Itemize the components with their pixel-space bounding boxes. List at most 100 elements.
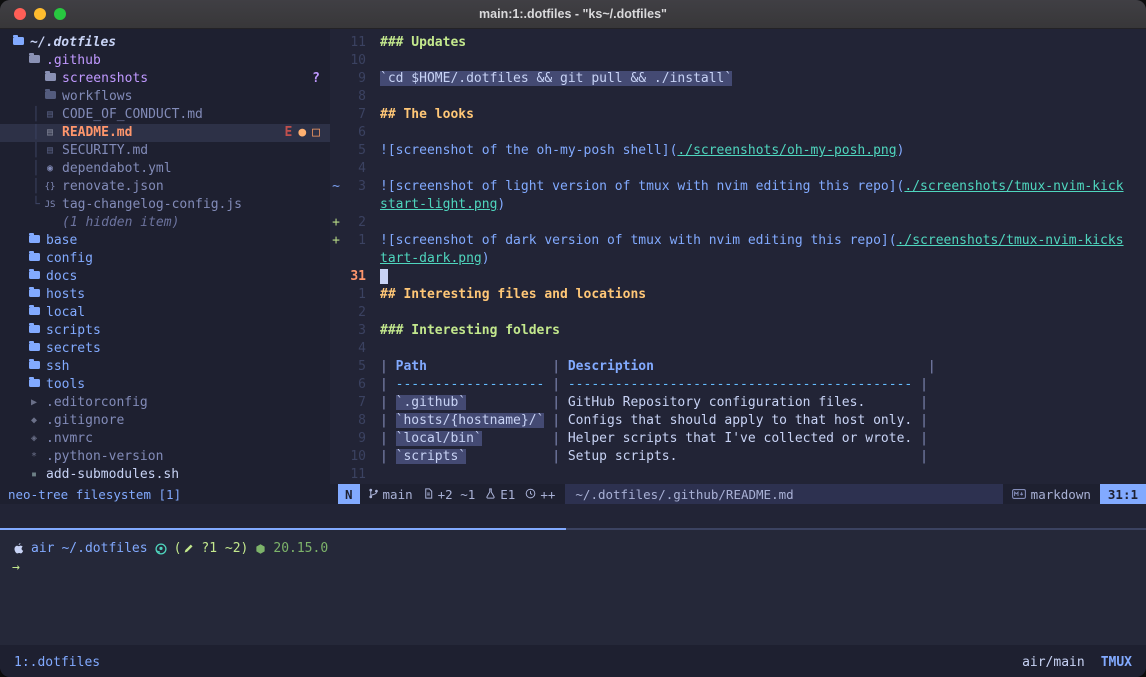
git-branch-icon xyxy=(368,487,379,502)
editor-line[interactable]: 4 xyxy=(330,160,1146,178)
prompt-arrow[interactable]: → xyxy=(12,558,1146,577)
editor-line[interactable]: 10| `scripts` | Setup scripts. | xyxy=(330,448,1146,466)
editor-line[interactable]: 31 xyxy=(330,268,1146,286)
tree-item-config[interactable]: config xyxy=(0,250,330,268)
tree-item-label: .gitignore xyxy=(46,412,124,430)
shell-pane[interactable]: air~/.dotfiles(?1 ~2)20.15.0 → xyxy=(0,530,1146,645)
tree-item-docs[interactable]: docs xyxy=(0,268,330,286)
tree-item-hosts[interactable]: hosts xyxy=(0,286,330,304)
editor-line[interactable]: ~3![screenshot of light version of tmux … xyxy=(330,178,1146,196)
node-icon xyxy=(255,539,266,558)
tree-item-security-md[interactable]: │▤SECURITY.md xyxy=(0,142,330,160)
editor-line[interactable]: 9| `local/bin` | Helper scripts that I'v… xyxy=(330,430,1146,448)
gutter-sign xyxy=(330,250,342,268)
line-number: 3 xyxy=(342,178,366,196)
line-number xyxy=(342,250,366,268)
text-segment: | xyxy=(552,413,568,428)
editor-line[interactable]: 11 xyxy=(330,466,1146,484)
tree-item-badges: ? xyxy=(312,70,320,88)
tree-item-python-version[interactable]: *.python-version xyxy=(0,448,330,466)
editor-line[interactable]: 8| `hosts/{hostname}/` | Configs that sh… xyxy=(330,412,1146,430)
tree-item-tag-changelog-config-js[interactable]: └JStag-changelog-config.js xyxy=(0,196,330,214)
editor-line[interactable]: +1![screenshot of dark version of tmux w… xyxy=(330,232,1146,250)
text-segment: ## Interesting files and locations xyxy=(380,287,646,302)
tree-item-label: config xyxy=(46,250,93,268)
tree-item-code-of-conduct-md[interactable]: │▤CODE_OF_CONDUCT.md xyxy=(0,106,330,124)
tree-item-label: secrets xyxy=(46,340,101,358)
editor-line[interactable]: 11### Updates xyxy=(330,34,1146,52)
gutter-sign xyxy=(330,268,342,286)
editor-line[interactable]: 8 xyxy=(330,88,1146,106)
tree-item-label: base xyxy=(46,232,77,250)
text-segment: ./screenshots/tmux-nvim-kicks xyxy=(897,233,1124,248)
editor-line[interactable]: 5| Path | Description | xyxy=(330,358,1146,376)
tree-item-label: (1 hidden item) xyxy=(62,214,179,232)
tree-item-tools[interactable]: tools xyxy=(0,376,330,394)
editor-line[interactable]: start-light.png) xyxy=(330,196,1146,214)
editor-line[interactable]: 7| `.github` | GitHub Repository configu… xyxy=(330,394,1146,412)
line-number: 10 xyxy=(342,52,366,70)
editor-line[interactable]: 9`cd $HOME/.dotfiles && git pull && ./in… xyxy=(330,70,1146,88)
folder-icon xyxy=(26,340,42,358)
zoom-button[interactable] xyxy=(54,8,66,20)
editor-line[interactable]: 6 xyxy=(330,124,1146,142)
text-segment: Description xyxy=(568,359,654,374)
editor-buffer[interactable]: 11### Updates109`cd $HOME/.dotfiles && g… xyxy=(330,29,1146,484)
text-segment: ### Interesting folders xyxy=(380,323,560,338)
folder-icon xyxy=(26,52,42,70)
gutter-sign xyxy=(330,376,342,394)
text-segment: ![screenshot of dark version of tmux wit… xyxy=(380,233,897,248)
tree-item-gitignore[interactable]: ◆.gitignore xyxy=(0,412,330,430)
editor-line[interactable]: +2 xyxy=(330,214,1146,232)
text-segment: start-light.png xyxy=(380,197,497,212)
tree-item-github[interactable]: .github xyxy=(0,52,330,70)
filetype-label: markdown xyxy=(1031,487,1091,502)
editor-line[interactable]: 1## Interesting files and locations xyxy=(330,286,1146,304)
window-title: main:1:.dotfiles - "ks~/.dotfiles" xyxy=(0,7,1146,21)
tree-item-scripts[interactable]: scripts xyxy=(0,322,330,340)
close-button[interactable] xyxy=(14,8,26,20)
tree-item-renovate-json[interactable]: │{}renovate.json xyxy=(0,178,330,196)
indent-guide: │ xyxy=(32,142,40,160)
clock-icon xyxy=(525,487,536,502)
editor-line[interactable]: 5![screenshot of the oh-my-posh shell](.… xyxy=(330,142,1146,160)
tree-item-add-submodules-sh[interactable]: ▪add-submodules.sh xyxy=(0,466,330,484)
tree-item-label: CODE_OF_CONDUCT.md xyxy=(62,106,203,124)
editor-line[interactable]: 7## The looks xyxy=(330,106,1146,124)
tree-item-base[interactable]: base xyxy=(0,232,330,250)
line-number: 1 xyxy=(342,232,366,250)
tree-item-local[interactable]: local xyxy=(0,304,330,322)
editor-line[interactable]: 6| ------------------- | ---------------… xyxy=(330,376,1146,394)
gutter-sign xyxy=(330,88,342,106)
text-segment: `local/bin` xyxy=(396,431,482,446)
tmux-window-tab[interactable]: 1:.dotfiles xyxy=(14,655,100,670)
tree-item-workflows[interactable]: workflows xyxy=(0,88,330,106)
statusline: neo-tree filesystem [1] N main +2 ~1 E1 … xyxy=(0,484,1146,504)
text-segment: | xyxy=(380,431,396,446)
minimize-button[interactable] xyxy=(34,8,46,20)
tree-item-screenshots[interactable]: screenshots? xyxy=(0,70,330,88)
text-cursor xyxy=(380,269,388,284)
tree-item-editorconfig[interactable]: ▶.editorconfig xyxy=(0,394,330,412)
command-line-area[interactable] xyxy=(0,504,1146,528)
github-icon xyxy=(155,539,167,558)
tree-item-secrets[interactable]: secrets xyxy=(0,340,330,358)
editor-line[interactable]: 10 xyxy=(330,52,1146,70)
gutter-sign xyxy=(330,304,342,322)
editor-line[interactable]: 2 xyxy=(330,304,1146,322)
editor-line[interactable]: 3### Interesting folders xyxy=(330,322,1146,340)
editor-line[interactable]: tart-dark.png) xyxy=(330,250,1146,268)
folder-icon xyxy=(26,376,42,394)
tree-item-readme-md[interactable]: │▤README.mdE●□ xyxy=(0,124,330,142)
filetype-segment: markdown xyxy=(1003,487,1100,502)
tree-item-ssh[interactable]: ssh xyxy=(0,358,330,376)
text-segment: | xyxy=(552,377,568,392)
editor-line[interactable]: 4 xyxy=(330,340,1146,358)
tree-item-1-hidden-item[interactable]: (1 hidden item) xyxy=(0,214,330,232)
tree-item-dotfiles[interactable]: ~/.dotfiles xyxy=(0,34,330,52)
tree-item-dependabot-yml[interactable]: │◉dependabot.yml xyxy=(0,160,330,178)
line-text: ### Interesting folders xyxy=(380,322,560,340)
gutter-sign xyxy=(330,466,342,484)
tree-item-nvmrc[interactable]: ◈.nvmrc xyxy=(0,430,330,448)
text-segment xyxy=(466,395,552,410)
